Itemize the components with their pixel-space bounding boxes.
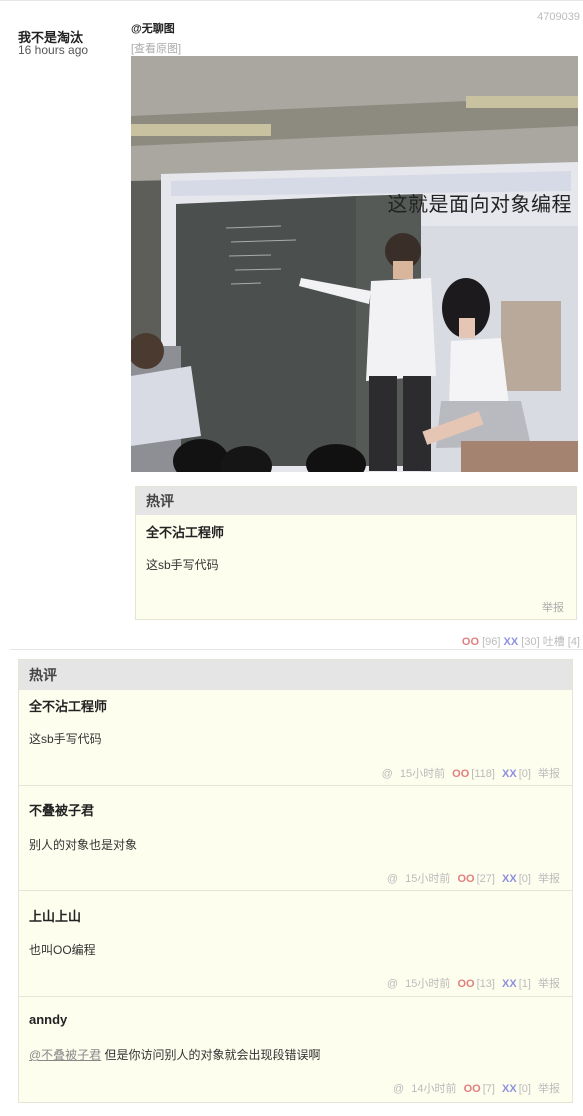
comment-author: 上山上山 [29,909,82,924]
comment-item: 上山上山 也叫OO编程 @ 15小时前 OO [13] XX [1] 举报 [19,890,572,996]
reply-at-link[interactable]: @ [387,978,398,990]
comment-author: anndy [29,1012,68,1027]
comment-meta: @ 15小时前 OO [13] XX [1] 举报 [383,975,560,991]
reply-at-link[interactable]: @ [387,873,398,885]
top-divider [0,0,583,1]
oo-count: [118] [471,768,495,780]
comment-text-wrapper: @不叠被子君 但是你访问别人的对象就会出现段错误啊 [29,1046,321,1063]
comment-text: 别人的对象也是对象 [29,838,138,852]
comment-text: 也叫OO编程 [29,943,96,957]
report-link[interactable]: 举报 [538,873,560,885]
comment-item: anndy @不叠被子君 但是你访问别人的对象就会出现段错误啊 @ 14小时前 … [19,996,572,1103]
comment-time: 15小时前 [405,978,451,990]
comment-time: 14小时前 [411,1083,457,1095]
comment-meta: @ 14小时前 OO [7] XX [0] 举报 [389,1080,560,1096]
comment-text: 但是你访问别人的对象就会出现段错误啊 [104,1048,321,1062]
oo-count: [7] [482,1083,495,1095]
oo-count: [96] [482,636,501,648]
comment-item: 全不沾工程师 这sb手写代码 @ 15小时前 OO [118] XX [0] 举报 [19,690,572,785]
comment-item: 不叠被子君 别人的对象也是对象 @ 15小时前 OO [27] XX [0] 举报 [19,785,572,890]
xx-count: [1] [518,978,531,990]
xx-button[interactable]: XX [502,768,517,780]
oo-count: [27] [476,873,495,885]
hot-comments-box: 热评 全不沾工程师 这sb手写代码 @ 15小时前 OO [118] XX [0] … [18,659,573,1103]
section-divider [10,649,583,650]
comment-time: 15小时前 [399,768,446,780]
oo-button[interactable]: OO [464,1083,481,1095]
hot-comments-header: 热评 [19,660,572,690]
xx-button[interactable]: XX [502,873,517,885]
inline-hot-report[interactable]: 举报 [542,599,564,615]
oo-button[interactable]: OO [452,768,469,780]
xx-button[interactable]: XX [502,1083,517,1095]
oo-count: [13] [476,978,495,990]
reply-at-link[interactable]: @ [393,1083,404,1095]
post-vote-bar: OO [96] XX [30] 吐槽 [4] [462,633,580,649]
comment-author: 不叠被子君 [29,803,95,818]
comment-meta: @ 15小时前 OO [118] XX [0] 举报 [378,765,560,781]
xx-count: [30] [521,636,540,648]
comment-author: 全不沾工程师 [29,699,108,714]
image-caption: 这就是面向对象编程 [387,192,572,216]
report-link[interactable]: 举报 [538,1083,560,1095]
mention-link[interactable]: @不叠被子君 [29,1048,101,1062]
xx-count: [0] [518,1083,531,1095]
comment-text: 这sb手写代码 [29,732,102,746]
inline-hot-author: 全不沾工程师 [146,525,225,540]
xx-count: [0] [518,768,531,780]
post-image[interactable]: 这就是面向对象编程 [131,56,578,472]
report-link[interactable]: 举报 [538,768,560,780]
post-id[interactable]: 4709039 [537,11,580,23]
post-time: 16 hours ago [18,43,89,57]
xx-button[interactable]: XX [504,636,519,648]
oo-button[interactable]: OO [457,978,474,990]
tucao-link[interactable]: 吐槽 [4] [543,636,580,648]
comment-meta: @ 15小时前 OO [27] XX [0] 举报 [383,870,560,886]
oo-button[interactable]: OO [457,873,474,885]
view-original-link[interactable]: [查看原图] [131,40,181,56]
xx-count: [0] [518,873,531,885]
inline-hot-text: 这sb手写代码 [146,558,219,572]
post-source: @无聊图 [131,23,175,35]
reply-at-link[interactable]: @ [382,768,393,780]
inline-hot-header: 热评 [136,487,576,515]
oo-button[interactable]: OO [462,636,479,648]
report-link[interactable]: 举报 [538,978,560,990]
comment-time: 15小时前 [405,873,451,885]
inline-hot-comment: 热评 全不沾工程师 这sb手写代码 举报 [135,486,577,620]
xx-button[interactable]: XX [502,978,517,990]
